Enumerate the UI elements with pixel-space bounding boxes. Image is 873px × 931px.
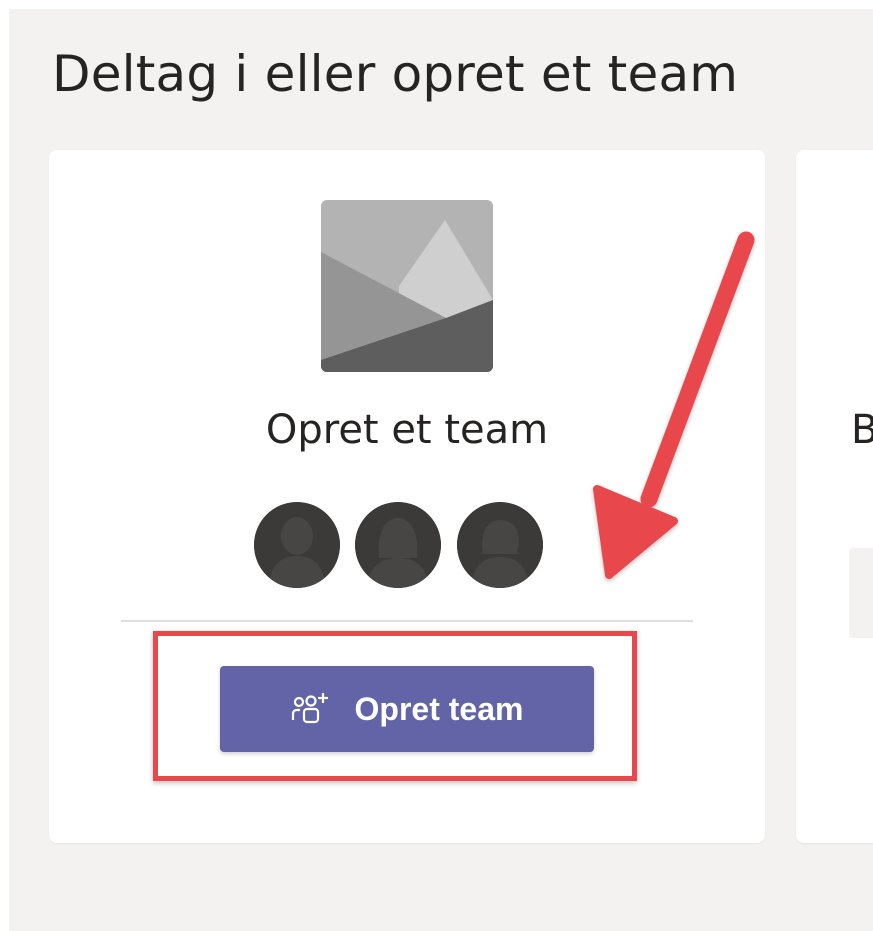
page-title: Deltag i eller opret et team (52, 45, 739, 103)
create-team-button-label: Opret team (354, 691, 524, 727)
create-team-title: Opret et team (265, 407, 549, 453)
person-icon (457, 502, 543, 588)
join-team-title: B (851, 407, 873, 453)
create-team-button[interactable]: Opret team (220, 666, 594, 752)
add-team-icon (291, 690, 335, 728)
person-icon (254, 502, 340, 588)
person-icon (355, 502, 441, 588)
join-team-card[interactable]: B (796, 150, 873, 843)
create-team-card[interactable]: Opret et team Opret team (49, 150, 765, 843)
join-code-input[interactable] (849, 548, 873, 638)
landscape-placeholder-icon (321, 200, 493, 372)
card-divider (121, 620, 693, 622)
avatar-group (254, 502, 554, 590)
teams-join-or-create-page: Deltag i eller opret et team Opret et te… (9, 9, 873, 931)
